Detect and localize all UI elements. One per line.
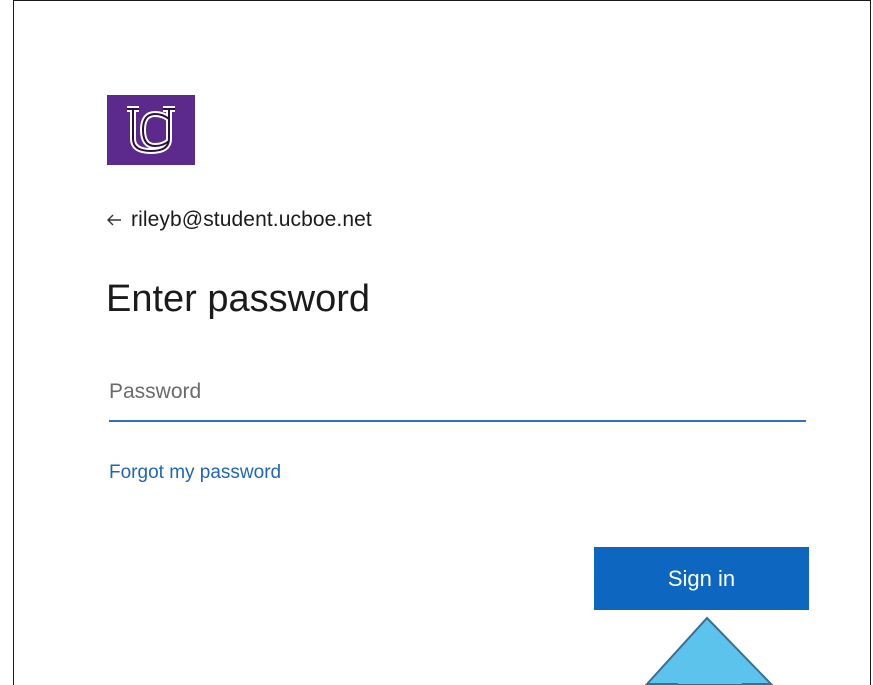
screenshot-stage: rileyb@student.ucboe.net Enter password … (0, 0, 873, 685)
arrow-left-icon[interactable] (106, 212, 122, 228)
uc-monogram-icon (127, 106, 175, 154)
password-field[interactable] (109, 364, 806, 422)
forgot-password-link[interactable]: Forgot my password (109, 462, 281, 484)
up-arrow-callout-icon (645, 616, 774, 685)
account-email: rileyb@student.ucboe.net (131, 208, 372, 231)
sign-in-button[interactable]: Sign in (594, 547, 809, 610)
account-identity-back[interactable]: rileyb@student.ucboe.net (106, 208, 372, 232)
page-title: Enter password (106, 278, 371, 320)
organization-logo (107, 95, 195, 165)
